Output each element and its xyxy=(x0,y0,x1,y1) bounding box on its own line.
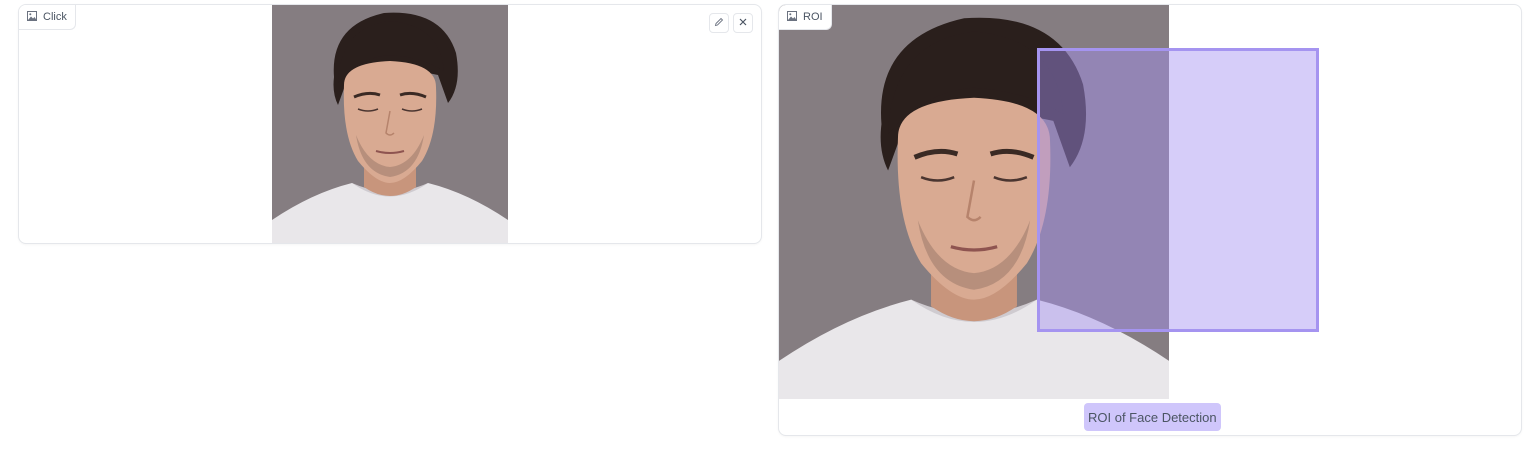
roi-panel-label-text: ROI xyxy=(803,11,823,23)
close-icon xyxy=(738,14,748,32)
roi-legend-label: ROI of Face Detection xyxy=(1084,403,1221,431)
edit-button[interactable] xyxy=(709,13,729,33)
image-toolbar xyxy=(709,13,753,33)
image-icon xyxy=(787,10,797,24)
roi-image-panel: ROI ROI of Face Detection xyxy=(778,4,1522,436)
click-panel-label: Click xyxy=(19,5,76,30)
portrait-photo[interactable] xyxy=(272,5,508,243)
pencil-icon xyxy=(714,14,724,32)
roi-panel-label: ROI xyxy=(779,5,832,30)
clear-button[interactable] xyxy=(733,13,753,33)
image-icon xyxy=(27,10,37,24)
click-image-panel[interactable]: Click xyxy=(18,4,762,244)
click-panel-label-text: Click xyxy=(43,11,67,23)
roi-bounding-box xyxy=(1037,48,1319,332)
